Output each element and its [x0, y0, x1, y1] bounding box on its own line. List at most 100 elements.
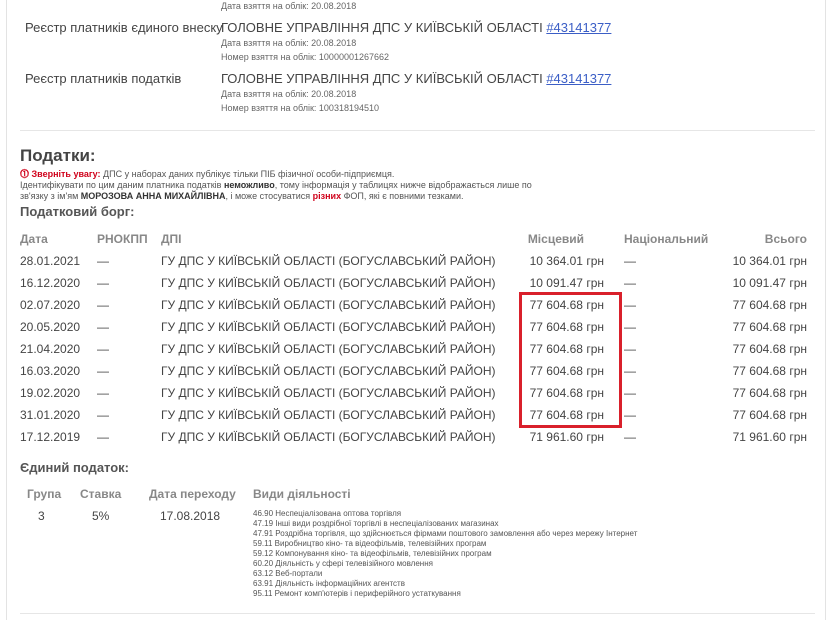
registry-date: Дата взяття на облік: 20.08.2018 — [221, 38, 357, 48]
cell-national: — — [624, 342, 636, 356]
notice-part: ФОП, які є повними тезками. — [341, 191, 464, 201]
cell-national: — — [624, 386, 636, 400]
col-header-activities: Види діяльності — [253, 487, 351, 501]
cell-date: 20.05.2020 — [20, 320, 81, 334]
col-header-local: Місцевий — [527, 232, 584, 246]
registry-number: Номер взяття на облік: 100318194510 — [221, 103, 379, 113]
cell-date: 16.03.2020 — [20, 364, 81, 378]
cell-transition-date: 17.08.2018 — [160, 509, 221, 523]
col-header-national: Національний — [624, 232, 709, 246]
authority-code-link[interactable]: #43141377 — [546, 71, 611, 86]
cell-total: 77 604.68 грн — [732, 408, 807, 422]
registry-label: Реєстр платників податків — [25, 71, 182, 86]
cell-dpi: ГУ ДПС У КИЇВСЬКІЙ ОБЛАСТІ (БОГУСЛАВСЬКИ… — [161, 298, 496, 312]
cell-national: — — [624, 254, 636, 268]
cell-group: 3 — [38, 509, 45, 523]
cell-rnokpp: — — [97, 386, 109, 400]
notice-label: Зверніть увагу: — [31, 169, 101, 179]
registry-date-top: Дата взяття на облік: 20.08.2018 — [221, 1, 357, 11]
cell-total: 77 604.68 грн — [732, 320, 807, 334]
table-row: 31.01.2020 — ГУ ДПС У КИЇВСЬКІЙ ОБЛАСТІ … — [0, 408, 834, 430]
notice-part: Ідентифікувати по цим даним платника под… — [20, 180, 224, 190]
cell-total: 77 604.68 грн — [732, 386, 807, 400]
registry-label: Реєстр платників єдиного внеску — [25, 20, 223, 35]
cell-dpi: ГУ ДПС У КИЇВСЬКІЙ ОБЛАСТІ (БОГУСЛАВСЬКИ… — [161, 320, 496, 334]
list-item: 59.12 Компонування кіно- та відеофільмів… — [253, 549, 492, 558]
cell-dpi: ГУ ДПС У КИЇВСЬКІЙ ОБЛАСТІ (БОГУСЛАВСЬКИ… — [161, 386, 496, 400]
cell-local: 10 091.47 грн — [529, 276, 604, 290]
notice-line: ⓵ Зверніть увагу: ДПС у наборах даних пу… — [20, 167, 394, 180]
cell-rnokpp: — — [97, 320, 109, 334]
cell-dpi: ГУ ДПС У КИЇВСЬКІЙ ОБЛАСТІ (БОГУСЛАВСЬКИ… — [161, 430, 496, 444]
list-item: 47.91 Роздрібна торгівля, що здійснюєтьс… — [253, 529, 638, 538]
tax-debt-title: Податковий борг: — [20, 204, 135, 219]
cell-total: 77 604.68 грн — [732, 364, 807, 378]
cell-national: — — [624, 408, 636, 422]
notice-emphasis: неможливо — [223, 180, 275, 190]
notice-part: , і може стосуватися — [225, 191, 313, 201]
cell-rnokpp: — — [97, 254, 109, 268]
identification-notice: Ідентифікувати по цим даним платника под… — [20, 180, 540, 202]
list-item: 47.19 Інші види роздрібної торгівлі в не… — [253, 519, 499, 528]
cell-date: 17.12.2019 — [20, 430, 81, 444]
cell-dpi: ГУ ДПС У КИЇВСЬКІЙ ОБЛАСТІ (БОГУСЛАВСЬКИ… — [161, 276, 496, 290]
cell-national: — — [624, 320, 636, 334]
cell-total: 10 364.01 грн — [732, 254, 807, 268]
section-divider — [20, 613, 815, 614]
cell-total: 71 961.60 грн — [732, 430, 807, 444]
authority-name: ГОЛОВНЕ УПРАВЛІННЯ ДПС У КИЇВСЬКІЙ ОБЛАС… — [221, 20, 543, 35]
authority-code-link[interactable]: #43141377 — [546, 20, 611, 35]
table-row: 21.04.2020 — ГУ ДПС У КИЇВСЬКІЙ ОБЛАСТІ … — [0, 342, 834, 364]
cell-date: 02.07.2020 — [20, 298, 81, 312]
cell-date: 31.01.2020 — [20, 408, 81, 422]
list-item: 95.11 Ремонт комп'ютерів і периферійного… — [253, 589, 461, 598]
cell-rnokpp: — — [97, 276, 109, 290]
section-divider — [20, 130, 815, 131]
single-tax-title: Єдиний податок: — [20, 460, 130, 475]
cell-national: — — [624, 430, 636, 444]
registry-number: Номер взяття на облік: 10000001267662 — [221, 52, 389, 62]
cell-rnokpp: — — [97, 430, 109, 444]
cell-dpi: ГУ ДПС У КИЇВСЬКІЙ ОБЛАСТІ (БОГУСЛАВСЬКИ… — [161, 364, 496, 378]
cell-date: 21.04.2020 — [20, 342, 81, 356]
table-row: 16.03.2020 — ГУ ДПС У КИЇВСЬКІЙ ОБЛАСТІ … — [0, 364, 834, 386]
activities-list: 46.90 Неспеціалізована оптова торгівля 4… — [253, 509, 637, 599]
authority-name: ГОЛОВНЕ УПРАВЛІННЯ ДПС У КИЇВСЬКІЙ ОБЛАС… — [221, 71, 543, 86]
col-header-group: Група — [27, 487, 62, 501]
cell-rnokpp: — — [97, 364, 109, 378]
cell-total: 77 604.68 грн — [732, 298, 807, 312]
cell-national: — — [624, 276, 636, 290]
cell-date: 16.12.2020 — [20, 276, 81, 290]
person-name: МОРОЗОВА АННА МИХАЙЛІВНА — [80, 191, 226, 201]
cell-rnokpp: — — [97, 342, 109, 356]
notice-emphasis-red: різних — [312, 191, 342, 201]
cell-dpi: ГУ ДПС У КИЇВСЬКІЙ ОБЛАСТІ (БОГУСЛАВСЬКИ… — [161, 254, 496, 268]
table-row: 02.07.2020 — ГУ ДПС У КИЇВСЬКІЙ ОБЛАСТІ … — [0, 298, 834, 320]
registry-authority: ГОЛОВНЕ УПРАВЛІННЯ ДПС У КИЇВСЬКІЙ ОБЛАС… — [221, 71, 611, 86]
registry-date: Дата взяття на облік: 20.08.2018 — [221, 89, 357, 99]
registry-authority: ГОЛОВНЕ УПРАВЛІННЯ ДПС У КИЇВСЬКІЙ ОБЛАС… — [221, 20, 611, 35]
col-header-total: Всього — [764, 232, 807, 246]
table-row: 20.05.2020 — ГУ ДПС У КИЇВСЬКІЙ ОБЛАСТІ … — [0, 320, 834, 342]
col-header-transition-date: Дата переходу — [149, 487, 236, 501]
cell-rnokpp: — — [97, 298, 109, 312]
list-item: 63.91 Діяльність інформаційних агентств — [253, 579, 405, 588]
cell-national: — — [624, 298, 636, 312]
cell-local: 10 364.01 грн — [529, 254, 604, 268]
cell-dpi: ГУ ДПС У КИЇВСЬКІЙ ОБЛАСТІ (БОГУСЛАВСЬКИ… — [161, 342, 496, 356]
cell-total: 10 091.47 грн — [732, 276, 807, 290]
table-row: 28.01.2021 — ГУ ДПС У КИЇВСЬКІЙ ОБЛАСТІ … — [0, 254, 834, 276]
col-header-date: Дата — [20, 232, 48, 246]
cell-total: 77 604.68 грн — [732, 342, 807, 356]
warning-icon: ⓵ — [20, 169, 30, 179]
table-row: 19.02.2020 — ГУ ДПС У КИЇВСЬКІЙ ОБЛАСТІ … — [0, 386, 834, 408]
cell-dpi: ГУ ДПС У КИЇВСЬКІЙ ОБЛАСТІ (БОГУСЛАВСЬКИ… — [161, 408, 496, 422]
cell-date: 28.01.2021 — [20, 254, 81, 268]
list-item: 63.12 Веб-портали — [253, 569, 323, 578]
taxes-title: Податки: — [20, 146, 96, 165]
notice-text: ДПС у наборах даних публікує тільки ПІБ … — [100, 169, 395, 179]
cell-rnokpp: — — [97, 408, 109, 422]
cell-national: — — [624, 364, 636, 378]
table-row: 17.12.2019 — ГУ ДПС У КИЇВСЬКІЙ ОБЛАСТІ … — [0, 430, 834, 452]
cell-date: 19.02.2020 — [20, 386, 81, 400]
